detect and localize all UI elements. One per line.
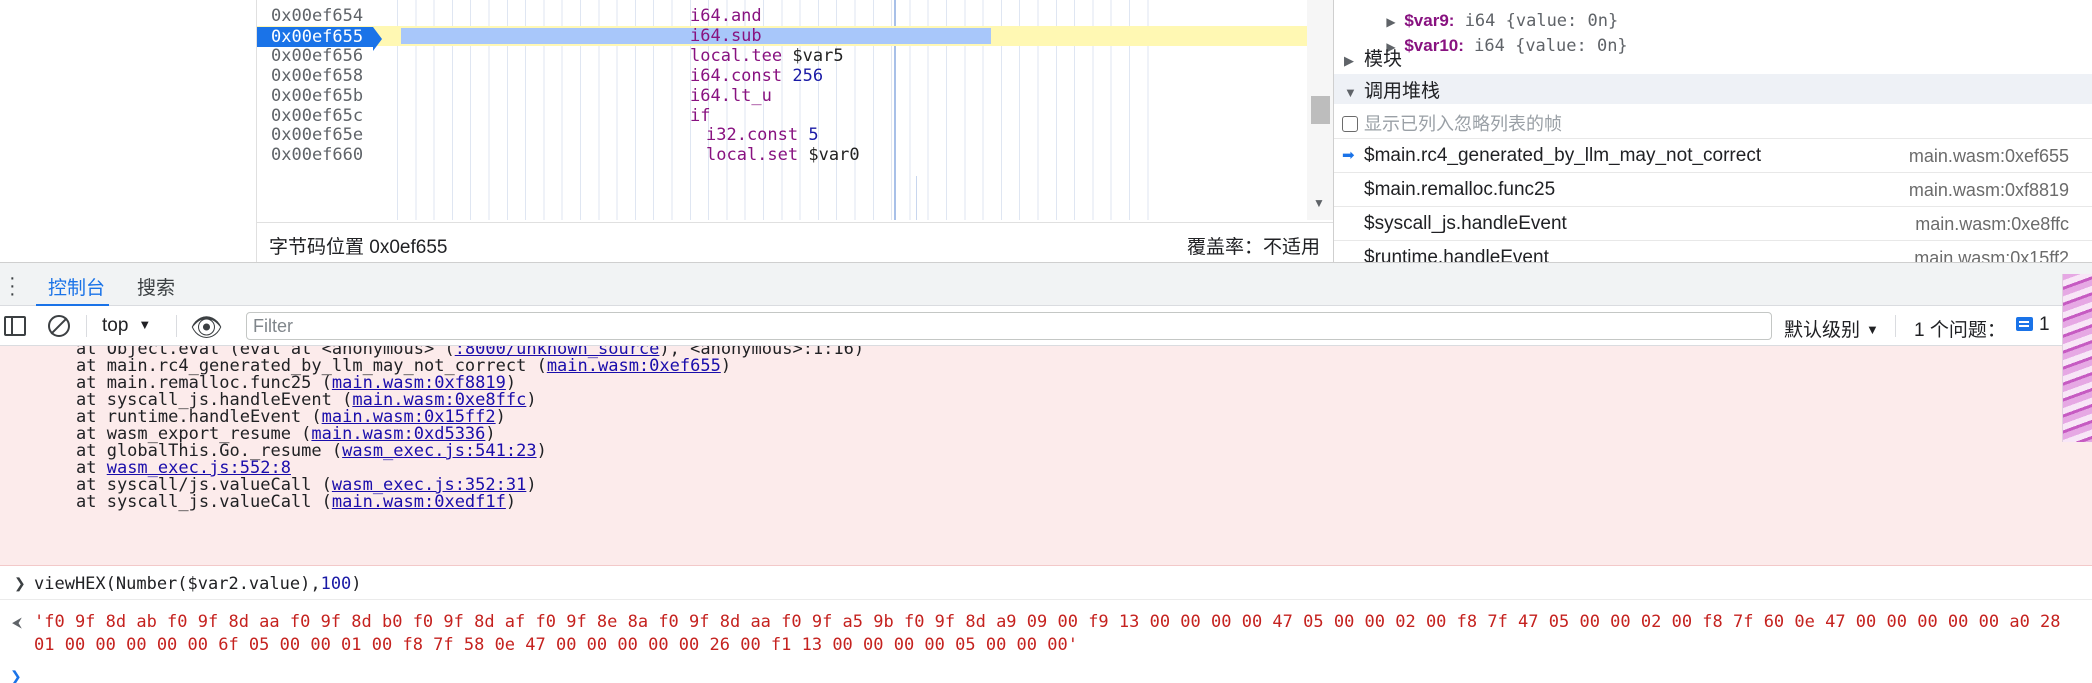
callstack-frame[interactable]: $syscall_js.handleEvent main.wasm:0xe8ff… (1334, 206, 2092, 240)
console-result: ⮜ 'f0 9f 8d ab f0 9f 8d aa f0 9f 8d b0 f… (0, 608, 2092, 664)
drawer-tab-bar: · · · 控制台 搜索 (0, 262, 2092, 307)
coverage-status: 覆盖率：不适用 (1186, 237, 1320, 258)
more-options-icon[interactable]: · · · (9, 268, 16, 304)
context-select[interactable]: top ▼ (102, 315, 151, 337)
live-expression-eye-icon[interactable]: 👁 (190, 312, 223, 343)
instruction: local.set $var0 (706, 145, 860, 166)
code-line[interactable]: 0x00ef660 local.set $var0 (257, 145, 1307, 165)
filter-input[interactable] (246, 312, 1772, 340)
checkbox-icon[interactable] (1342, 116, 1358, 132)
instruction: i64.const 256 (690, 65, 824, 86)
code-line[interactable]: 0x00ef65e i32.const 5 (257, 125, 1307, 145)
modules-section-header[interactable]: ▶ 模块 (1344, 44, 1402, 71)
source-link[interactable]: main.wasm:0xef655 (547, 356, 721, 376)
bytecode-position: 字节码位置 0x0ef655 (269, 237, 448, 258)
inner-block-guide (916, 176, 917, 220)
result-arrow-icon: ⮜ (12, 614, 22, 630)
show-ignored-frames-checkbox[interactable]: 显示已列入忽略列表的帧 (1342, 110, 1562, 136)
error-message: at Object.eval (eval at <anonymous> (:80… (0, 346, 2092, 566)
code-line[interactable]: 0x00ef656 local.tee $var5 (257, 46, 1307, 66)
code-scrollbar[interactable] (1307, 0, 1334, 220)
code-line-paused[interactable]: 0x00ef655 i64.sub (257, 25, 1307, 51)
sidebar-toggle-icon[interactable] (4, 316, 26, 336)
result-value[interactable]: 'f0 9f 8d ab f0 9f 8d aa f0 9f 8d b0 f0 … (34, 611, 2074, 657)
log-levels-select[interactable]: 默认级别 ▼ (1784, 315, 1879, 342)
scroll-down-icon[interactable]: ▼ (1313, 196, 1325, 210)
collapsed-triangle-icon: ▶ (1344, 53, 1354, 68)
source-link[interactable]: wasm_exec.js:541:23 (342, 441, 536, 461)
code-line[interactable]: 0x00ef658 i64.const 256 (257, 66, 1307, 86)
instruction: i32.const 5 (706, 125, 819, 146)
instruction: i64.sub (690, 25, 762, 46)
message-icon (2016, 317, 2033, 331)
clear-console-icon[interactable] (48, 315, 70, 337)
expanded-triangle-icon: ▼ (1344, 85, 1357, 100)
console-command: ❯ viewHEX(Number($var2.value),100) (0, 570, 2092, 600)
sources-panel: 0x00ef654 i64.and 0x00ef655 i64.sub 0x00ef65… (0, 0, 2092, 262)
code-lines: 0x00ef654 i64.and 0x00ef655 i64.sub 0x00ef65… (257, 0, 1334, 220)
instruction: i64.lt_u (690, 85, 772, 106)
input-prompt-icon: ❯ (14, 575, 26, 591)
floating-avatar-widget[interactable] (2062, 274, 2092, 442)
code-editor[interactable]: 0x00ef654 i64.and 0x00ef655 i64.sub 0x00ef65… (256, 0, 1334, 262)
line-address[interactable]: 0x00ef654 (271, 6, 363, 26)
debugger-sidebar: ▶ $var9: i64 {value: 0n} ▶ $var10: i64 {va… (1333, 0, 2092, 262)
toolbar-divider (176, 315, 177, 337)
toolbar-divider (86, 315, 87, 337)
console-log: at Object.eval (eval at <anonymous> (:80… (0, 346, 2092, 683)
current-frame-arrow-icon: ➡ (1342, 147, 1355, 164)
console-prompt-icon[interactable]: ❯ (10, 668, 22, 683)
callstack-section-header[interactable]: ▼ 调用堆栈 (1344, 76, 1440, 103)
tab-console[interactable]: 控制台 (48, 273, 105, 300)
caret-down-icon: ▼ (138, 317, 152, 332)
callstack-frame[interactable]: $runtime.handleEvent main.wasm:0x15ff2 (1334, 240, 2092, 262)
instruction: local.tee $var5 (690, 45, 844, 66)
code-scrollbar-thumb[interactable] (1311, 96, 1330, 124)
line-address[interactable]: 0x00ef658 (271, 66, 363, 86)
editor-status-bar: 字节码位置 0x0ef655 覆盖率：不适用 (257, 222, 1334, 262)
line-address[interactable]: 0x00ef65b (271, 86, 363, 106)
callstack-frame-current[interactable]: ➡ $main.rc4_generated_by_llm_may_not_cor… (1334, 138, 2092, 172)
line-address[interactable]: 0x00ef65e (271, 125, 363, 145)
callstack-section-bar[interactable] (1334, 74, 2092, 104)
toolbar-divider (1895, 315, 1896, 337)
code-line[interactable]: 0x00ef65b i64.lt_u (257, 86, 1307, 106)
stack-trace-line: at syscall_js.valueCall (main.wasm:0xedf… (76, 492, 517, 512)
line-address[interactable]: 0x00ef656 (271, 46, 363, 66)
source-link[interactable]: main.wasm:0xedf1f (332, 492, 506, 512)
instruction: if (690, 105, 711, 126)
breakpoint-marker[interactable]: 0x00ef655 (257, 26, 382, 51)
navigator-pane (0, 0, 256, 262)
console-toolbar: top▼ 👁 默认级别▼ 1 个问题： 1 (0, 306, 2092, 346)
line-address[interactable]: 0x00ef65c (271, 106, 363, 126)
code-line[interactable]: 0x00ef654 i64.and (257, 6, 1307, 26)
line-address[interactable]: 0x00ef660 (271, 145, 363, 165)
code-line[interactable]: 0x00ef65c if (257, 106, 1307, 126)
issues-label[interactable]: 1 个问题： (1914, 315, 2006, 342)
instruction: i64.and (690, 6, 762, 26)
tab-search[interactable]: 搜索 (137, 273, 175, 300)
caret-down-icon: ▼ (1866, 322, 1879, 337)
issues-count-button[interactable]: 1 (2016, 314, 2050, 336)
callstack-frame[interactable]: $main.remalloc.func25 main.wasm:0xf8819 (1334, 172, 2092, 206)
